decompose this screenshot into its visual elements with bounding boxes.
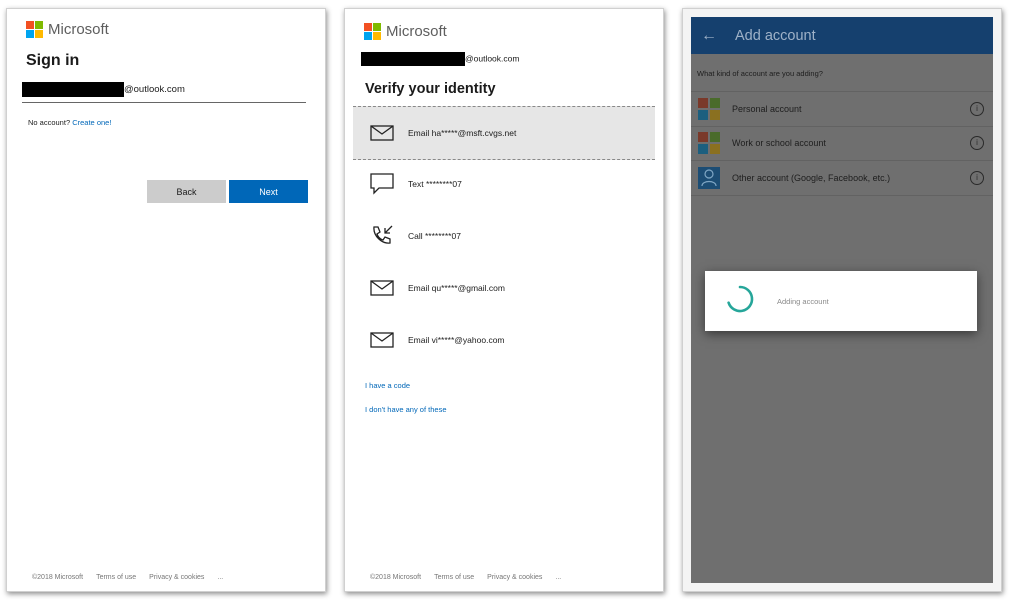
verify-option-call[interactable]: Call ********07 xyxy=(353,210,655,262)
option-label: Text ********07 xyxy=(408,179,462,189)
no-options-link[interactable]: I don't have any of these xyxy=(365,405,447,414)
app-bar: ← Add account xyxy=(691,17,993,54)
terms-link[interactable]: Terms of use xyxy=(434,574,474,581)
microsoft-logo-icon xyxy=(698,98,720,120)
have-code-link[interactable]: I have a code xyxy=(365,381,410,390)
verify-option-email-3[interactable]: Email vi*****@yahoo.com xyxy=(353,314,655,366)
account-option-personal[interactable]: Personal account i xyxy=(691,91,993,127)
brand-name: Microsoft xyxy=(48,21,109,38)
loading-spinner-icon xyxy=(725,284,755,319)
no-account-text: No account? xyxy=(28,118,71,127)
account-option-label: Personal account xyxy=(732,104,802,114)
account-option-other[interactable]: Other account (Google, Facebook, etc.) i xyxy=(691,161,993,196)
option-label: Call ********07 xyxy=(408,231,461,241)
account-type-question: What kind of account are you adding? xyxy=(697,69,823,78)
arrow-left-icon[interactable]: ← xyxy=(701,27,717,45)
app-bar-title: Add account xyxy=(735,27,816,44)
page-title: Verify your identity xyxy=(365,81,496,97)
info-icon[interactable]: i xyxy=(970,102,984,116)
more-options-button[interactable]: ... xyxy=(555,574,561,581)
option-label: Email ha*****@msft.cvgs.net xyxy=(408,128,517,138)
brand-name: Microsoft xyxy=(386,23,447,40)
person-icon xyxy=(698,167,720,189)
create-account-link[interactable]: Create one! xyxy=(72,118,111,127)
email-domain: @outlook.com xyxy=(465,53,520,64)
copyright-text: ©2018 Microsoft xyxy=(32,574,84,581)
mail-icon xyxy=(369,280,395,296)
no-account-line: No account? Create one! xyxy=(28,118,111,127)
verify-panel: Microsoft @outlook.com Verify your ident… xyxy=(344,8,664,592)
microsoft-logo: Microsoft xyxy=(364,23,447,40)
progress-dialog: Adding account xyxy=(705,271,977,331)
info-icon[interactable]: i xyxy=(970,136,984,150)
chat-icon xyxy=(369,173,395,195)
page-title: Sign in xyxy=(26,52,80,69)
mail-icon xyxy=(369,332,395,348)
redacted-username xyxy=(361,52,465,66)
microsoft-logo-icon xyxy=(26,21,43,38)
account-email: @outlook.com xyxy=(361,52,519,66)
microsoft-logo-icon xyxy=(698,132,720,154)
footer: ©2018 Microsoft Terms of use Privacy & c… xyxy=(370,574,561,581)
account-option-label: Work or school account xyxy=(732,138,826,148)
signin-panel: Microsoft Sign in @outlook.com No accoun… xyxy=(6,8,326,592)
copyright-text: ©2018 Microsoft xyxy=(370,574,422,581)
account-option-work[interactable]: Work or school account i xyxy=(691,126,993,161)
more-options-button[interactable]: ... xyxy=(217,574,223,581)
verify-option-text[interactable]: Text ********07 xyxy=(353,158,655,210)
add-account-panel: ← Add account What kind of account are y… xyxy=(682,8,1002,592)
footer: ©2018 Microsoft Terms of use Privacy & c… xyxy=(32,574,223,581)
microsoft-logo-icon xyxy=(364,23,381,40)
terms-link[interactable]: Terms of use xyxy=(96,574,136,581)
phone-icon xyxy=(369,225,395,247)
privacy-link[interactable]: Privacy & cookies xyxy=(487,574,542,581)
progress-text: Adding account xyxy=(777,296,829,306)
back-button[interactable]: Back xyxy=(147,180,226,203)
email-field[interactable]: @outlook.com xyxy=(22,82,306,103)
mail-icon xyxy=(369,125,395,141)
verify-option-email-1[interactable]: Email ha*****@msft.cvgs.net xyxy=(353,106,655,160)
email-domain: @outlook.com xyxy=(124,84,185,96)
redacted-username xyxy=(22,82,124,97)
verify-option-email-2[interactable]: Email qu*****@gmail.com xyxy=(353,262,655,314)
option-label: Email qu*****@gmail.com xyxy=(408,283,505,293)
option-label: Email vi*****@yahoo.com xyxy=(408,335,505,345)
info-icon[interactable]: i xyxy=(970,171,984,185)
privacy-link[interactable]: Privacy & cookies xyxy=(149,574,204,581)
microsoft-logo: Microsoft xyxy=(26,21,109,38)
next-button[interactable]: Next xyxy=(229,180,308,203)
account-option-label: Other account (Google, Facebook, etc.) xyxy=(732,173,891,183)
